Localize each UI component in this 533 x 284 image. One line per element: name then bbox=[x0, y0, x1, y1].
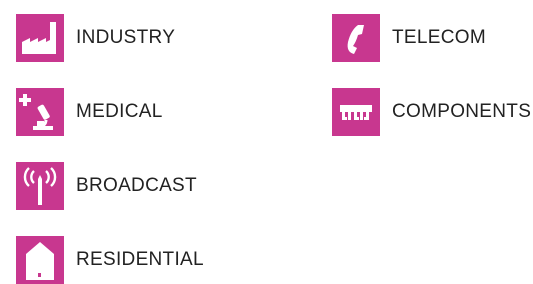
category-label: COMPONENTS bbox=[392, 101, 532, 122]
microscope-icon bbox=[16, 88, 64, 136]
category-medical[interactable]: MEDICAL bbox=[16, 88, 163, 136]
category-label: RESIDENTIAL bbox=[76, 249, 204, 270]
category-broadcast[interactable]: BROADCAST bbox=[16, 162, 197, 210]
phone-icon bbox=[332, 14, 380, 62]
category-label: TELECOM bbox=[392, 27, 486, 48]
category-industry[interactable]: INDUSTRY bbox=[16, 14, 175, 62]
antenna-icon bbox=[16, 162, 64, 210]
house-icon bbox=[16, 236, 64, 284]
factory-icon bbox=[16, 14, 64, 62]
category-residential[interactable]: RESIDENTIAL bbox=[16, 236, 204, 284]
category-label: BROADCAST bbox=[76, 175, 197, 196]
category-label: INDUSTRY bbox=[76, 27, 176, 48]
category-label: MEDICAL bbox=[76, 101, 163, 122]
category-telecom[interactable]: TELECOM bbox=[332, 14, 486, 62]
category-components[interactable]: COMPONENTS bbox=[332, 88, 531, 136]
chip-icon bbox=[332, 88, 380, 136]
